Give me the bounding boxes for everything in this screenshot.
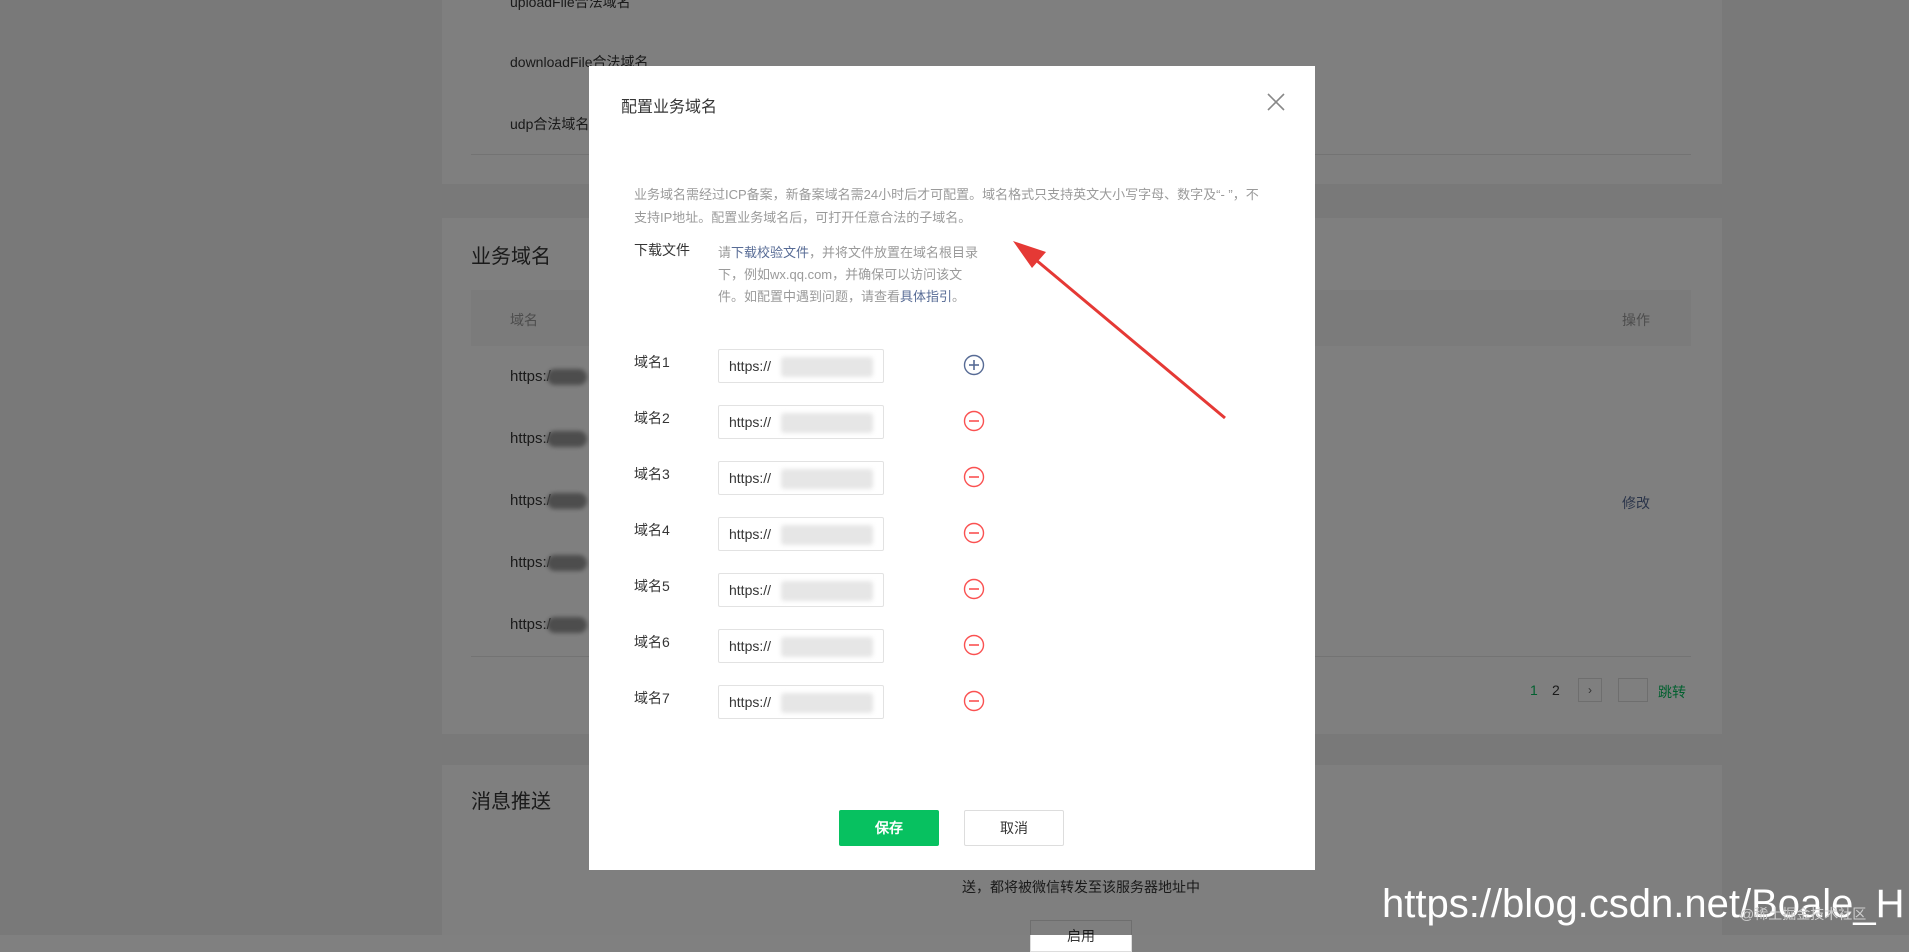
annotation-arrow xyxy=(1013,241,1226,420)
watermark-small: @稀土掘金技术社区 xyxy=(1740,906,1867,922)
